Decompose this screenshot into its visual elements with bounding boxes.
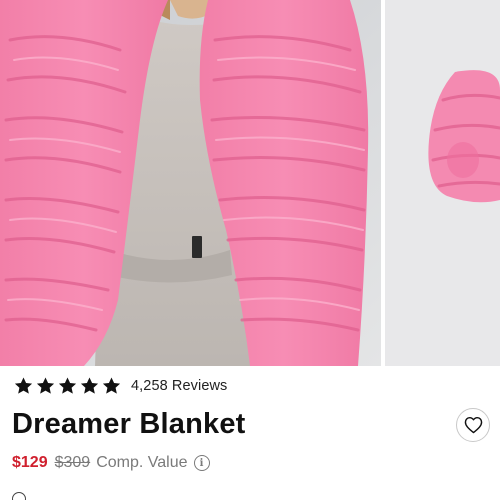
model-blanket-illustration bbox=[0, 0, 381, 366]
compare-price: $309 bbox=[54, 454, 91, 471]
wishlist-button[interactable] bbox=[456, 408, 490, 442]
star-icon bbox=[36, 377, 55, 394]
rolled-blanket-illustration bbox=[385, 0, 500, 366]
product-image-model[interactable] bbox=[0, 0, 381, 366]
star-icon bbox=[80, 377, 99, 394]
product-image-gallery[interactable] bbox=[0, 0, 500, 366]
sale-price: $129 bbox=[12, 454, 48, 471]
review-summary[interactable]: 4,258 Reviews bbox=[13, 376, 227, 396]
partial-icon bbox=[12, 492, 26, 500]
star-icon bbox=[58, 377, 77, 394]
star-icon bbox=[14, 377, 33, 394]
star-icon bbox=[102, 377, 121, 394]
review-count-link[interactable]: 4,258 Reviews bbox=[131, 378, 227, 394]
compare-value-label: Comp. Value bbox=[96, 454, 188, 471]
heart-outline-icon bbox=[464, 417, 482, 434]
info-circle-icon[interactable]: i bbox=[193, 455, 210, 471]
product-title: Dreamer Blanket bbox=[12, 408, 246, 440]
product-image-rolled[interactable] bbox=[385, 0, 500, 366]
star-rating bbox=[13, 376, 122, 396]
price-row: $129 $309 Comp. Value i bbox=[12, 453, 210, 473]
